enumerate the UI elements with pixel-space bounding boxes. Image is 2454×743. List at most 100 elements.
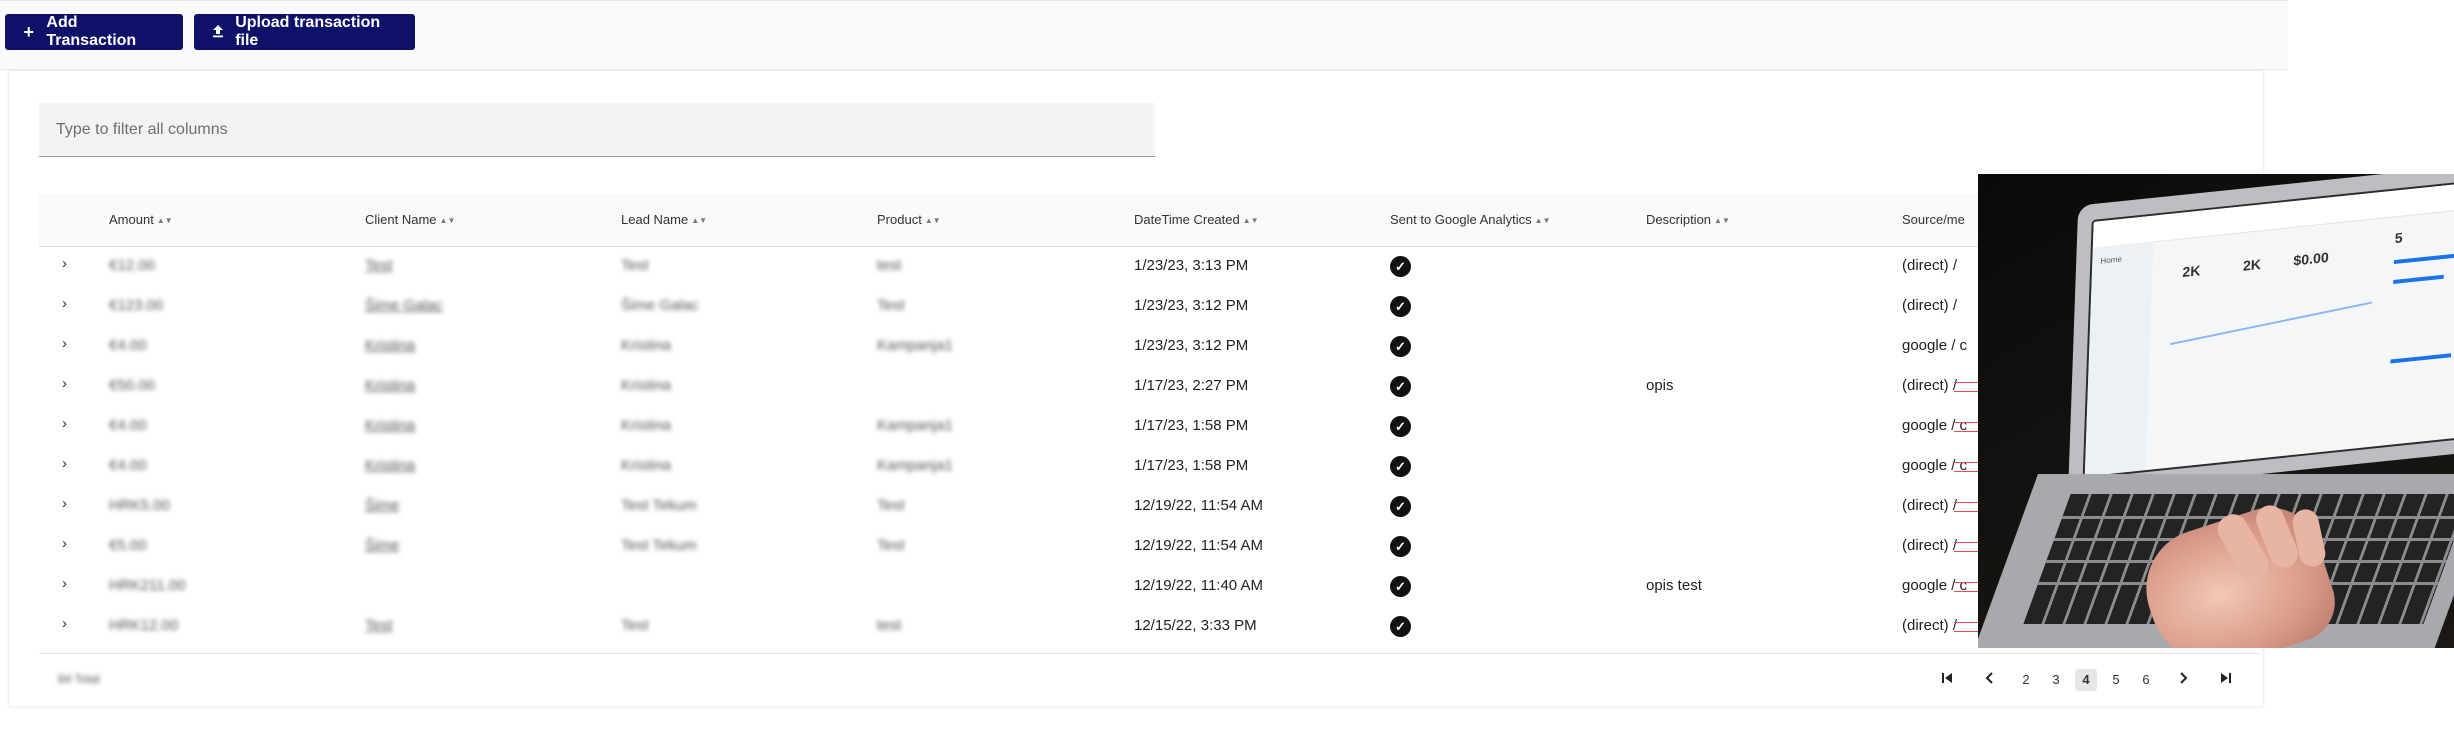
amount-cell: €4.00	[109, 337, 147, 354]
lead-name-cell: Test	[621, 617, 649, 634]
upload-icon	[210, 23, 225, 41]
check-circle-icon: ✓	[1390, 535, 1411, 557]
page-button-current[interactable]: 4	[2075, 669, 2097, 691]
datetime-created-cell: 1/17/23, 1:58 PM	[1134, 457, 1249, 474]
table-row[interactable]: › HRK211.00 12/19/22, 11:40 AM ✓ opis test go…	[39, 566, 2259, 606]
check-circle-icon: ✓	[1390, 455, 1411, 477]
sent-to-ga-cell: ✓	[1390, 566, 1411, 606]
chevron-right-icon[interactable]	[2173, 669, 2193, 691]
product-cell: Test	[877, 297, 905, 314]
table-row[interactable]: › €50.00 Kristina Kristina 1/17/23, 2:27 PM ✓…	[39, 366, 2259, 406]
expand-row-icon[interactable]: ›	[62, 446, 67, 482]
table-row[interactable]: › €12.00 Test Test test 1/23/23, 3:13 PM ✓ (dir…	[39, 246, 2259, 286]
check-circle-icon: ✓	[1390, 375, 1411, 397]
amount-cell: €12.00	[109, 257, 155, 274]
source-medium-cell: (direct) /	[1902, 257, 1958, 274]
expand-row-icon[interactable]: ›	[62, 406, 67, 442]
upload-transaction-file-label: Upload transaction file	[235, 14, 381, 49]
first-page-icon[interactable]	[1937, 669, 1957, 691]
datetime-created-cell: 12/19/22, 11:54 AM	[1134, 537, 1263, 554]
product-cell: Kampanja1	[877, 417, 953, 434]
expand-row-icon[interactable]: ›	[62, 606, 67, 642]
product-cell: Kampanja1	[877, 337, 953, 354]
product-cell: Kampanja1	[877, 457, 953, 474]
filter-all-columns-input[interactable]: Type to filter all columns	[39, 103, 1155, 157]
datetime-created-cell: 1/17/23, 1:58 PM	[1134, 417, 1249, 434]
check-circle-icon: ✓	[1390, 415, 1411, 437]
add-transaction-button[interactable]: + Add Transaction	[5, 14, 183, 50]
client-name-link[interactable]: Kristina	[365, 406, 415, 446]
table-row[interactable]: › €4.00 Kristina Kristina Kampanja1 1/17/23, …	[39, 446, 2259, 486]
column-header-sent-to-ga[interactable]: Sent to Google Analytics ▲▼	[1390, 194, 1551, 246]
table-row[interactable]: › €5.00 Šime Test Tekum Test 12/19/22, 11:54 …	[39, 526, 2259, 566]
amount-cell: HRK12.00	[109, 617, 179, 634]
page-button[interactable]: 6	[2135, 669, 2157, 691]
laptop-analytics-photo: 2K 2K $0.00 5 Home	[1978, 174, 2454, 648]
table-row[interactable]: › €4.00 Kristina Kristina Kampanja1 1/17/23, …	[39, 406, 2259, 446]
product-cell: test	[877, 617, 902, 634]
client-name-link[interactable]: Šime Galac	[365, 286, 443, 326]
sent-to-ga-cell: ✓	[1390, 406, 1411, 446]
expand-row-icon[interactable]: ›	[62, 526, 67, 562]
expand-row-icon[interactable]: ›	[62, 366, 67, 402]
table-row[interactable]: › HRK12.00 Test Test test 12/15/22, 3:33 PM ✓(…	[39, 606, 2259, 646]
expand-row-icon[interactable]: ›	[62, 246, 67, 282]
page-button[interactable]: 5	[2105, 669, 2127, 691]
amount-cell: HRK5.00	[109, 497, 170, 514]
client-name-link[interactable]: Kristina	[365, 446, 415, 486]
expand-row-icon[interactable]: ›	[62, 326, 67, 362]
table-header: Amount ▲▼ Client Name ▲▼ Lead Name ▲▼ Produ…	[39, 194, 2259, 247]
column-header-datetime-created[interactable]: DateTime Created ▲▼	[1134, 194, 1259, 246]
expand-row-icon[interactable]: ›	[62, 566, 67, 602]
column-header-lead-name[interactable]: Lead Name ▲▼	[621, 194, 707, 246]
sent-to-ga-cell: ✓	[1390, 526, 1411, 566]
sort-icon: ▲▼	[439, 216, 456, 225]
table-row[interactable]: › €4.00 Kristina Kristina Kampanja1 1/23/23, …	[39, 326, 2259, 366]
description-cell: opis test	[1646, 577, 1702, 594]
sent-to-ga-cell: ✓	[1390, 446, 1411, 486]
check-circle-icon: ✓	[1390, 495, 1411, 517]
client-name-link[interactable]: Šime	[365, 486, 399, 526]
amount-cell: €4.00	[109, 457, 147, 474]
page-button[interactable]: 3	[2045, 669, 2067, 691]
check-circle-icon: ✓	[1390, 575, 1411, 597]
check-circle-icon: ✓	[1390, 255, 1411, 277]
column-header-client-name[interactable]: Client Name ▲▼	[365, 194, 455, 246]
sort-icon: ▲▼	[1534, 216, 1551, 225]
datetime-created-cell: 12/15/22, 3:33 PM	[1134, 617, 1257, 634]
source-medium-cell: google / c	[1902, 337, 1968, 354]
toolbar: + Add Transaction Upload transaction fil…	[0, 0, 2288, 70]
rows-total: 84 Total	[58, 672, 100, 686]
client-name-link[interactable]: Kristina	[365, 326, 415, 366]
amount-cell: €50.00	[109, 377, 155, 394]
lead-name-cell: Kristina	[621, 337, 672, 354]
client-name-link[interactable]: Šime	[365, 526, 399, 566]
upload-transaction-file-button[interactable]: Upload transaction file	[194, 14, 415, 50]
amount-cell: €123.00	[109, 297, 164, 314]
expand-row-icon[interactable]: ›	[62, 286, 67, 322]
amount-cell: €4.00	[109, 417, 147, 434]
column-header-description[interactable]: Description ▲▼	[1646, 194, 1730, 246]
sent-to-ga-cell: ✓	[1390, 286, 1411, 326]
sent-to-ga-cell: ✓	[1390, 326, 1411, 366]
lead-name-cell: Kristina	[621, 377, 672, 394]
chevron-left-icon[interactable]	[1980, 669, 2000, 691]
client-name-link[interactable]: Test	[365, 246, 393, 286]
table-row[interactable]: › HRK5.00 Šime Test Tekum Test 12/19/22, 11:5…	[39, 486, 2259, 526]
datetime-created-cell: 1/23/23, 3:12 PM	[1134, 337, 1249, 354]
sent-to-ga-cell: ✓	[1390, 486, 1411, 526]
last-page-icon[interactable]	[2216, 669, 2236, 691]
column-header-amount[interactable]: Amount ▲▼	[109, 194, 173, 246]
sort-icon: ▲▼	[691, 216, 708, 225]
client-name-link[interactable]: Test	[365, 606, 393, 646]
table-row[interactable]: › €123.00 Šime Galac Šime Galac Test 1/23/23,…	[39, 286, 2259, 326]
expand-row-icon[interactable]: ›	[62, 486, 67, 522]
column-header-product[interactable]: Product ▲▼	[877, 194, 941, 246]
client-name-link[interactable]: Kristina	[365, 366, 415, 406]
datetime-created-cell: 12/19/22, 11:40 AM	[1134, 577, 1263, 594]
laptop-lid: 2K 2K $0.00 5 Home	[2068, 174, 2454, 494]
datetime-created-cell: 1/23/23, 3:13 PM	[1134, 257, 1249, 274]
column-header-source-medium[interactable]: Source/me	[1902, 194, 1965, 246]
page-button[interactable]: 2	[2015, 669, 2037, 691]
check-circle-icon: ✓	[1390, 335, 1411, 357]
